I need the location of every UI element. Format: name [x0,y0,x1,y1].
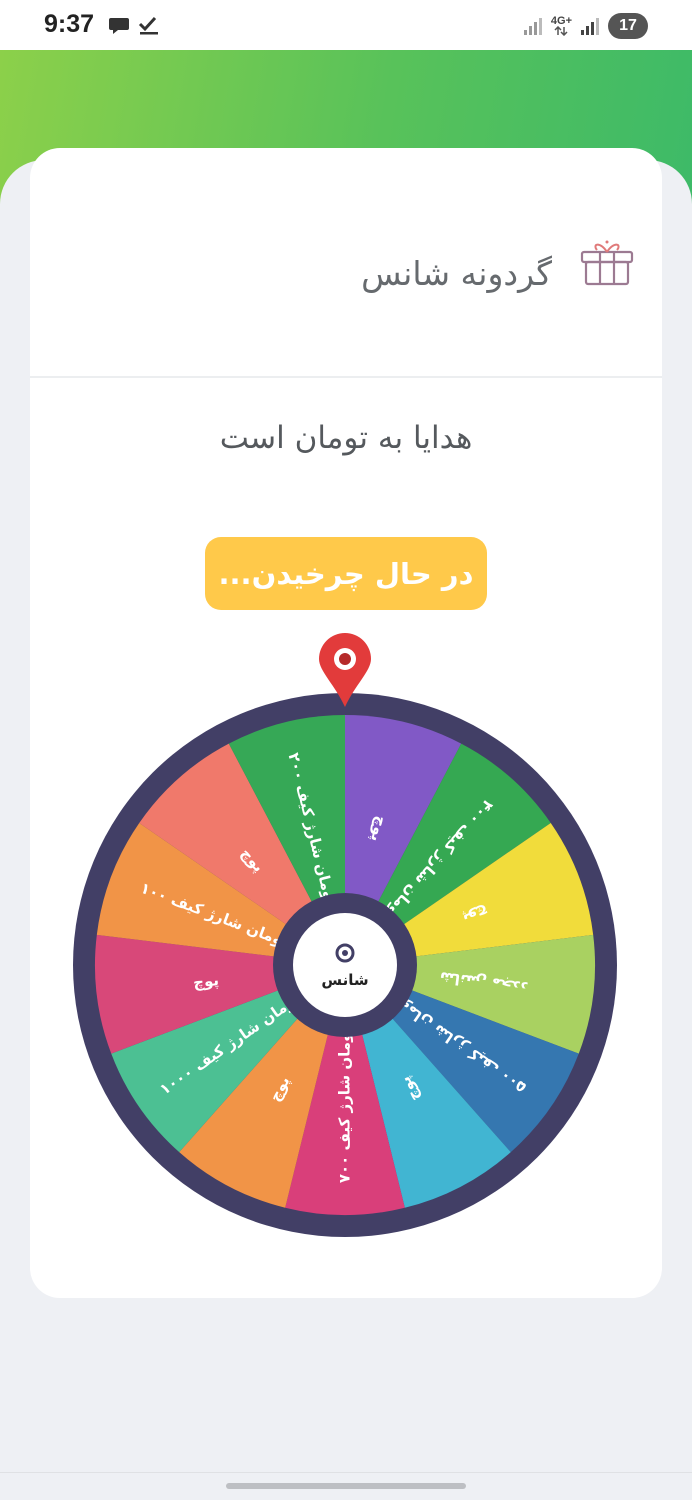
network-type: 4G+ [551,16,572,36]
data-arrows-icon [554,26,568,36]
wheel-center-label: شانس [321,971,368,989]
lucky-wheel[interactable]: پوچ ۴۰۰ تومان شارژ کیفپوچشانس مجدد۵۰۰ توم… [44,484,648,1254]
hub-dot-center [342,950,348,956]
battery-indicator: 17 [608,13,648,39]
wheel-segment-label: ۷۰۰ تومان شارژ کیف [336,1027,354,1183]
wheel-hub[interactable] [293,913,397,1017]
gift-icon [580,240,634,286]
status-bar: 9:37 4G+ 17 [0,0,692,50]
signal-icon [581,18,599,35]
signal-icon [523,18,542,35]
chat-bubble-icon [109,18,129,34]
page-title: گردونه شانس [361,254,552,293]
check-icon [138,16,158,35]
pin-center [339,653,351,665]
card-header: گردونه شانس [30,148,662,378]
prize-currency-note: هدایا به تومان است [219,420,473,456]
status-time: 9:37 [44,10,95,38]
nav-divider [0,1472,692,1473]
home-indicator[interactable] [226,1483,466,1489]
